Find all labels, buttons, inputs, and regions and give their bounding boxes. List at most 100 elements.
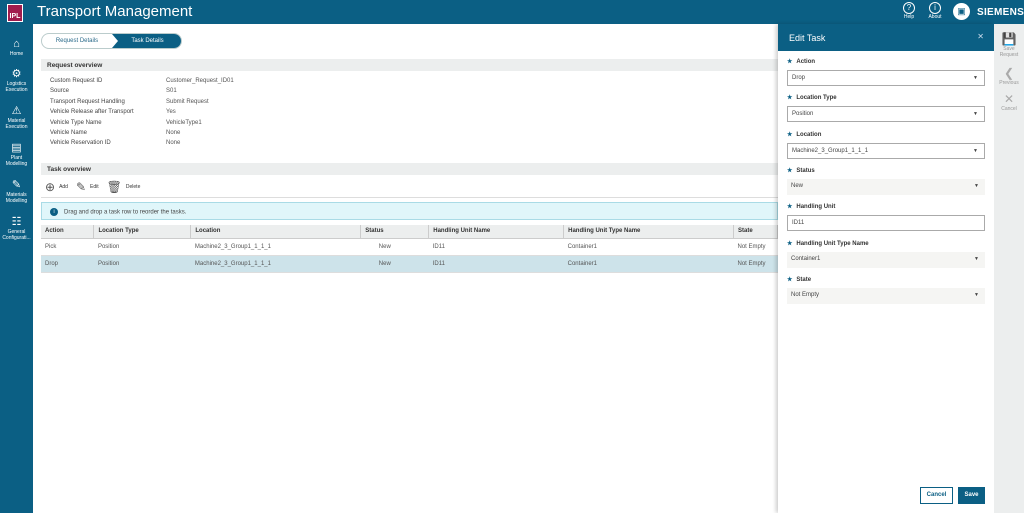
column-header[interactable]: Location Type	[93, 225, 192, 239]
overview-value: S01	[166, 88, 177, 95]
field-label: ★ Location Type	[787, 94, 985, 106]
cancel-request-button[interactable]: ✕ Cancel	[994, 92, 1024, 112]
sliders-icon: ☷	[11, 216, 22, 228]
overview-key: Source	[50, 88, 70, 95]
info-icon: i	[50, 208, 58, 216]
action-select[interactable]: Drop ▼	[787, 70, 985, 86]
field-value: Machine2_3_Group1_1_1_1	[792, 147, 869, 154]
field-value: Container1	[791, 255, 821, 262]
panel-header: Edit Task ✕	[778, 24, 994, 51]
app-title: Transport Management	[37, 3, 193, 20]
info-banner: i Drag and drop a task row to reorder the…	[41, 202, 778, 220]
nav-plant-modelling[interactable]: ▤ Plant Modelling	[0, 142, 33, 167]
table-row[interactable]: Pick Position Machine2_3_Group1_1_1_1 New ID…	[41, 238, 778, 256]
required-icon: ★	[787, 240, 793, 247]
logistics-icon: ⚙	[11, 68, 22, 80]
tab-task-details[interactable]: Task Details	[112, 34, 181, 48]
overview-key: Vehicle Name	[50, 130, 88, 136]
field-value: Not Empty	[791, 291, 820, 298]
handling-unit-type-name-select[interactable]: Container1 ▼	[787, 251, 985, 268]
nav-general-configuration[interactable]: ☷ General Configurati...	[0, 216, 33, 241]
required-icon: ★	[787, 59, 793, 65]
nav-label: Material Execution	[5, 118, 28, 130]
handling-unit-input[interactable]: ID11	[787, 215, 985, 232]
table-cell: Position	[93, 238, 191, 256]
home-icon: ⌂	[13, 38, 20, 50]
about-button[interactable]: i About	[923, 2, 947, 20]
required-icon: ★	[787, 204, 793, 211]
tab-request-details[interactable]: Request Details	[42, 34, 112, 48]
field-label-text: Location	[796, 131, 822, 138]
nav-logistics-execution[interactable]: ⚙ Logistics Execution	[0, 68, 33, 93]
previous-button[interactable]: ❮ Previous	[994, 66, 1024, 86]
nav-materials-modelling[interactable]: ✎ Materials Modelling	[0, 179, 33, 204]
save-button[interactable]: Save	[958, 487, 985, 504]
nav-label: General Configurati...	[2, 229, 31, 241]
nav-home[interactable]: ⌂ Home	[0, 38, 33, 57]
field-label-text: Action	[796, 59, 816, 65]
brand-logo: SIEMENS	[977, 7, 1024, 18]
table-cell: ID11	[428, 255, 564, 273]
edit-icon[interactable]: ✎	[76, 180, 86, 194]
delete-icon[interactable]: 🗑	[107, 180, 122, 194]
dropdown-arrow-icon: ▼	[974, 291, 979, 298]
table-cell: New	[360, 255, 429, 273]
overview-value: Submit Request	[166, 98, 209, 105]
top-bar: IPL Transport Management ? Help i About ▣ …	[0, 0, 1024, 24]
save-request-label: Save Request	[999, 46, 1019, 58]
field-location-type: ★ Location Type Position ▼	[787, 94, 985, 123]
warning-icon: ⚠	[11, 105, 22, 117]
field-label: ★ Handling Unit Type Name	[787, 240, 985, 252]
status-select[interactable]: New ▼	[787, 178, 985, 195]
nav-material-execution[interactable]: ⚠ Material Execution	[0, 105, 33, 130]
column-header[interactable]: State	[733, 225, 779, 239]
location-select[interactable]: Machine2_3_Group1_1_1_1 ▼	[787, 142, 985, 159]
help-label: Help	[903, 14, 915, 20]
task-toolbar: ⊕ Add ✎ Edit 🗑 Delete	[41, 177, 778, 198]
field-handling-unit-type-name: ★ Handling Unit Type Name Container1 ▼	[787, 240, 985, 268]
required-icon: ★	[787, 276, 793, 283]
table-cell: Container1	[563, 255, 734, 273]
location-type-select[interactable]: Position ▼	[787, 106, 985, 123]
field-label: ★ Handling Unit	[787, 203, 985, 215]
close-icon[interactable]: ✕	[977, 32, 984, 41]
table-row[interactable]: Drop Position Machine2_3_Group1_1_1_1 New ID…	[41, 255, 778, 273]
overview-key: Transport Request Handling	[50, 98, 125, 105]
overview-value: None	[166, 140, 181, 147]
cancel-button[interactable]: Cancel	[920, 487, 953, 504]
nav-label: Logistics Execution	[5, 81, 28, 93]
about-label: About	[928, 14, 942, 20]
add-icon[interactable]: ⊕	[45, 180, 55, 194]
field-label-text: Handling Unit Type Name	[796, 240, 869, 247]
field-value: Drop	[792, 75, 806, 81]
column-header[interactable]: Status	[360, 225, 430, 239]
panel-title: Edit Task	[789, 33, 826, 43]
overview-key: Vehicle Type Name	[50, 119, 102, 126]
add-button[interactable]: Add	[59, 184, 68, 190]
required-icon: ★	[787, 131, 793, 138]
field-label: ★ Location	[787, 131, 985, 143]
save-icon: 💾	[1001, 32, 1017, 46]
delete-button[interactable]: Delete	[126, 184, 140, 190]
column-header[interactable]: Location	[190, 225, 362, 239]
column-header[interactable]: Action	[41, 225, 95, 239]
state-select[interactable]: Not Empty ▼	[787, 287, 985, 304]
help-button[interactable]: ? Help	[897, 2, 921, 20]
save-request-button[interactable]: 💾 Save Request	[994, 32, 1024, 58]
field-label: ★ Status	[787, 167, 985, 179]
main-content: Request Details Task Details Request ove…	[33, 24, 779, 513]
field-location: ★ Location Machine2_3_Group1_1_1_1 ▼	[787, 131, 985, 159]
column-header[interactable]: Handling Unit Name	[428, 225, 565, 239]
edit-button[interactable]: Edit	[90, 184, 99, 190]
user-icon[interactable]: ▣	[953, 3, 970, 20]
edit-task-panel: Edit Task ✕ ★ Action Drop ▼ ★ Location Type P…	[778, 24, 994, 513]
table-cell: Machine2_3_Group1_1_1_1	[190, 238, 361, 256]
field-label-text: Status	[796, 167, 815, 174]
cancel-label: Cancel	[1001, 106, 1017, 112]
nav-label: Home	[9, 51, 24, 57]
column-header[interactable]: Handling Unit Type Name	[563, 225, 734, 239]
field-value: New	[791, 182, 804, 189]
table-cell: Machine2_3_Group1_1_1_1	[190, 255, 361, 273]
field-status: ★ Status New ▼	[787, 167, 985, 195]
table-cell: Pick	[41, 238, 94, 256]
